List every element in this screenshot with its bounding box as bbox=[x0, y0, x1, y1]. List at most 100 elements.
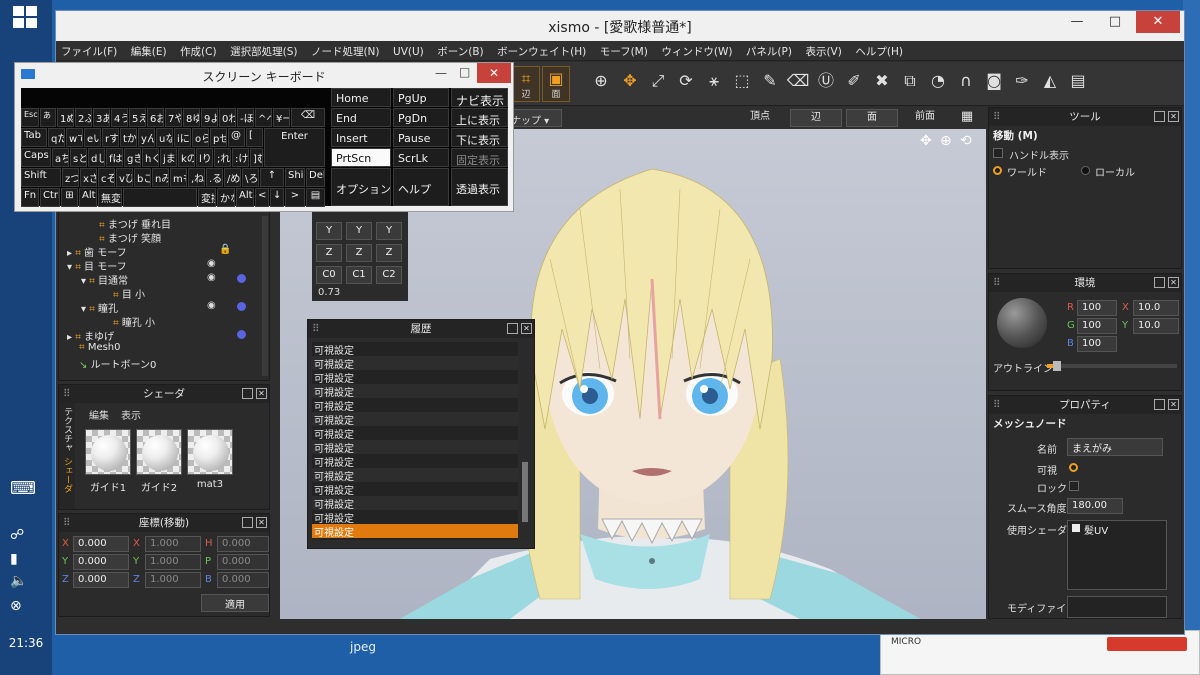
tree-row[interactable]: ▸ ⌗ まゆげ bbox=[59, 328, 269, 343]
tree-row[interactable]: ▾ ⌗ 目 モーフ ◉ bbox=[59, 258, 269, 273]
menu-window[interactable]: ウィンドウ(W) bbox=[656, 41, 737, 59]
desktop-file-label[interactable]: jpeg bbox=[350, 640, 376, 654]
tree-row[interactable]: ↘ ルートボーン0 bbox=[59, 356, 269, 371]
key-muhenkan[interactable]: 無変 bbox=[98, 188, 122, 207]
key-k[interactable]: kの bbox=[178, 148, 195, 167]
menu-node[interactable]: ノード処理(N) bbox=[306, 41, 385, 59]
key-navi[interactable]: ナビ表示 bbox=[451, 88, 508, 107]
panel-close-button[interactable]: ✕ bbox=[1168, 277, 1179, 288]
scale-y-field[interactable]: 1.000 bbox=[145, 554, 201, 570]
history-item[interactable]: 可視設定 bbox=[312, 440, 518, 455]
menu-selection[interactable]: 選択部処理(S) bbox=[225, 41, 302, 59]
lock-icon[interactable]: ◙ bbox=[982, 69, 1006, 93]
rot-b-field[interactable]: 0.000 bbox=[217, 572, 269, 588]
light-b-field[interactable]: 100 bbox=[1077, 336, 1117, 352]
scale-z-field[interactable]: 1.000 bbox=[145, 572, 201, 588]
numpad-y-button[interactable]: Y bbox=[346, 222, 372, 240]
key-insert[interactable]: Insert bbox=[331, 128, 391, 147]
vertex-mode-label[interactable]: 頂点 bbox=[740, 109, 780, 127]
uv-icon[interactable]: Ⓤ bbox=[814, 69, 838, 93]
translate-x-field[interactable]: 0.000 bbox=[73, 536, 129, 552]
translate-z-field[interactable]: 0.000 bbox=[73, 572, 129, 588]
lock-icon[interactable]: 🔒 bbox=[219, 244, 231, 255]
history-item[interactable]: 可視設定 bbox=[312, 412, 518, 427]
key-f[interactable]: fは bbox=[106, 148, 123, 167]
key-delete[interactable]: Del bbox=[306, 168, 325, 187]
network-icon[interactable]: ☍ bbox=[10, 527, 24, 543]
handle-checkbox[interactable] bbox=[993, 148, 1003, 158]
key-right[interactable]: > bbox=[285, 188, 305, 207]
panel-close-button[interactable]: ✕ bbox=[521, 323, 532, 334]
key-b[interactable]: bこ bbox=[134, 168, 151, 187]
local-radio[interactable] bbox=[1081, 166, 1090, 175]
key-backspace[interactable]: ⌫ bbox=[291, 108, 325, 127]
key-pause[interactable]: Pause bbox=[393, 128, 449, 147]
windows-key-icon[interactable]: ⊞ bbox=[61, 188, 78, 207]
light-r-field[interactable]: 100 bbox=[1077, 300, 1117, 316]
history-item[interactable]: 可視設定 bbox=[312, 426, 518, 441]
key-end[interactable]: End bbox=[331, 108, 391, 127]
panel-minimize-button[interactable] bbox=[242, 388, 253, 399]
shader-thumbnail[interactable] bbox=[85, 429, 131, 475]
key-9[interactable]: 9よ bbox=[201, 108, 218, 127]
shader-thumbnail[interactable] bbox=[187, 429, 233, 475]
tree-row[interactable]: ⌗ 瞳孔 小 bbox=[59, 314, 269, 329]
menu-uv[interactable]: UV(U) bbox=[388, 43, 429, 58]
panel-minimize-button[interactable] bbox=[1154, 277, 1165, 288]
key-u[interactable]: uな bbox=[156, 128, 173, 147]
history-item-selected[interactable]: 可視設定 bbox=[312, 524, 518, 539]
tree-row[interactable]: ⌗ Mesh0 bbox=[59, 342, 269, 356]
visible-toggle[interactable] bbox=[1069, 463, 1078, 472]
keyboard-icon[interactable]: ⌨ bbox=[10, 478, 36, 499]
rot-h-field[interactable]: 0.000 bbox=[217, 536, 269, 552]
menu-create[interactable]: 作成(C) bbox=[175, 41, 222, 59]
menu-bone[interactable]: ボーン(B) bbox=[432, 41, 488, 59]
numpad-c2-button[interactable]: C2 bbox=[376, 266, 402, 284]
tree-scrollbar[interactable] bbox=[262, 216, 268, 376]
key-bracket-open[interactable]: [ bbox=[246, 128, 263, 147]
key-c[interactable]: cそ bbox=[98, 168, 115, 187]
key-t[interactable]: tか bbox=[120, 128, 137, 147]
key-pgdn[interactable]: PgDn bbox=[393, 108, 449, 127]
key-m[interactable]: mも bbox=[170, 168, 187, 187]
key-shift-right[interactable]: Shi bbox=[285, 168, 305, 187]
numpad-y-button[interactable]: Y bbox=[376, 222, 402, 240]
key-e[interactable]: eい bbox=[84, 128, 101, 147]
wrench-icon[interactable]: ✑ bbox=[1010, 69, 1034, 93]
apply-button[interactable]: 適用 bbox=[201, 594, 269, 612]
key-shift[interactable]: Shift bbox=[21, 168, 61, 187]
key-pgup[interactable]: PgUp bbox=[393, 88, 449, 107]
key-w[interactable]: wて bbox=[66, 128, 83, 147]
rotate-icon[interactable]: ⟳ bbox=[674, 69, 698, 93]
tree-row[interactable]: ⌗ まつげ 垂れ目 bbox=[59, 216, 269, 231]
scale-x-field[interactable]: 1.000 bbox=[145, 536, 201, 552]
rect-select-icon[interactable]: ⬚ bbox=[730, 69, 754, 93]
key-a[interactable]: aち bbox=[52, 148, 69, 167]
panel-close-button[interactable]: ✕ bbox=[256, 517, 267, 528]
key-v[interactable]: vひ bbox=[116, 168, 133, 187]
key-help[interactable]: ヘルプ bbox=[393, 168, 449, 206]
key-5[interactable]: 5え bbox=[129, 108, 146, 127]
panel-minimize-button[interactable] bbox=[1154, 111, 1165, 122]
shader-list-item[interactable]: 髪UV bbox=[1084, 522, 1108, 537]
key-menu[interactable]: ▤ bbox=[306, 188, 325, 207]
history-item[interactable]: 可視設定 bbox=[312, 482, 518, 497]
numpad-c0-button[interactable]: C0 bbox=[316, 266, 342, 284]
eye-icon[interactable]: ◉ bbox=[207, 258, 216, 269]
tab-texture[interactable]: テクスチャ bbox=[61, 407, 74, 452]
tree-row[interactable]: ⌗ まつげ 笑顔 bbox=[59, 230, 269, 245]
key-period[interactable]: .る bbox=[206, 168, 223, 187]
key-2[interactable]: 2ふ bbox=[75, 108, 92, 127]
light-g-field[interactable]: 100 bbox=[1077, 318, 1117, 334]
key-3[interactable]: 3あ bbox=[93, 108, 110, 127]
history-item[interactable]: 可視設定 bbox=[312, 342, 518, 357]
key-show-bottom[interactable]: 下に表示 bbox=[451, 128, 508, 147]
front-view-label[interactable]: 前面 bbox=[902, 109, 948, 127]
key-enter[interactable]: Enter bbox=[264, 128, 325, 167]
key-x[interactable]: xさ bbox=[80, 168, 97, 187]
maximize-button[interactable]: □ bbox=[1098, 11, 1132, 33]
panel-minimize-button[interactable] bbox=[242, 517, 253, 528]
key-home[interactable]: Home bbox=[331, 88, 391, 107]
close-button[interactable]: ✕ bbox=[1136, 11, 1180, 33]
history-item[interactable]: 可視設定 bbox=[312, 384, 518, 399]
